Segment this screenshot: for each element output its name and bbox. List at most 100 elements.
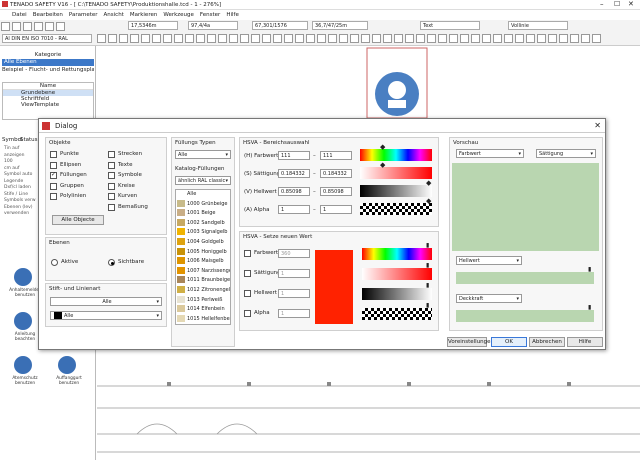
set-value-input[interactable]: 1	[278, 309, 310, 318]
fill-list-item[interactable]: 1002 Sandgelb	[176, 218, 230, 229]
menu-item[interactable]: Ansicht	[104, 12, 124, 18]
hsva-from-input[interactable]: 0.184332	[278, 169, 310, 178]
rect-icon[interactable]	[141, 34, 150, 43]
hsva-range-bar[interactable]	[360, 203, 432, 215]
menu-item[interactable]: Parameter	[69, 12, 98, 18]
set-checkbox[interactable]	[244, 290, 251, 297]
safety-sign-icon[interactable]	[14, 312, 32, 330]
defaults-button[interactable]: Voreinstellungen	[447, 337, 494, 347]
preview-color-area[interactable]	[452, 163, 599, 251]
object-checkbox[interactable]	[50, 193, 57, 200]
stair-icon[interactable]	[405, 34, 414, 43]
set-value-bar[interactable]	[362, 248, 432, 260]
hsva-to-input[interactable]: 1	[320, 205, 352, 214]
hsva-range-bar[interactable]	[360, 167, 432, 179]
exit-icon[interactable]	[361, 34, 370, 43]
value-slider[interactable]	[456, 272, 594, 284]
range-marker-icon[interactable]: ◆	[426, 179, 431, 187]
menu-item[interactable]: Markieren	[130, 12, 157, 18]
set-value-bar[interactable]	[362, 268, 432, 280]
opacity-slider[interactable]	[456, 310, 594, 322]
check-icon[interactable]	[581, 34, 590, 43]
fill-list-item[interactable]: 1004 Goldgelb	[176, 237, 230, 248]
object-checkbox[interactable]	[108, 161, 115, 169]
fill-list-item[interactable]: 1015 Hellelfenbein	[176, 314, 230, 324]
active-radio[interactable]	[51, 259, 58, 266]
catalog-select[interactable]: ähnlich RAL classic	[175, 176, 231, 185]
set-slider-marker[interactable]: ▮	[426, 302, 429, 309]
coord-field-1[interactable]: 17,5346m	[128, 21, 178, 30]
text-combo[interactable]: Text	[420, 21, 480, 30]
layer-combo[interactable]: Al DIN EN ISO 7010 - RAL	[2, 34, 92, 43]
point-icon[interactable]	[449, 34, 458, 43]
range-marker-icon[interactable]: ◆	[380, 161, 385, 169]
fill-list-item[interactable]: 1001 Beige	[176, 209, 230, 219]
safety-sign-icon[interactable]	[14, 268, 32, 286]
group-icon[interactable]	[306, 34, 315, 43]
coord-field-2[interactable]: 97,4/4a	[188, 21, 238, 30]
fill-list-item[interactable]: 1014 Elfenbein	[176, 305, 230, 315]
category-all[interactable]: Alle Ebenen	[2, 59, 94, 66]
circle-icon[interactable]	[152, 34, 161, 43]
line-type-select[interactable]: Alle	[50, 297, 162, 306]
object-checkbox[interactable]	[50, 171, 57, 179]
house-icon[interactable]	[460, 34, 469, 43]
preview-opacity-select[interactable]: Deckkraft	[456, 294, 522, 303]
set-checkbox[interactable]	[244, 270, 251, 277]
save-icon[interactable]	[23, 22, 32, 31]
safety-sign-icon[interactable]	[58, 356, 76, 374]
select-icon[interactable]	[97, 34, 106, 43]
measure-icon[interactable]	[207, 34, 216, 43]
fill-list-item[interactable]: 1003 Signalgelb	[176, 228, 230, 238]
new-icon[interactable]	[1, 22, 10, 31]
fill-list-item[interactable]: Alle	[176, 190, 230, 200]
symbol-icon[interactable]	[185, 34, 194, 43]
menu-item[interactable]: Datei	[12, 12, 27, 18]
menu-item[interactable]: Werkzeuge	[163, 12, 194, 18]
rotate-icon[interactable]	[273, 34, 282, 43]
door-icon[interactable]	[394, 34, 403, 43]
fill-list-item[interactable]: 1007 Narzissengelb	[176, 266, 230, 277]
object-checkbox[interactable]	[108, 182, 115, 190]
object-checkbox[interactable]	[50, 161, 57, 169]
help-icon[interactable]	[526, 34, 535, 43]
set-value-input[interactable]: 1	[278, 289, 310, 298]
import-icon[interactable]	[482, 34, 491, 43]
paste-icon[interactable]	[251, 34, 260, 43]
value-slider-marker[interactable]: ▮	[588, 266, 591, 273]
opacity-slider-marker[interactable]: ▮	[588, 304, 591, 311]
set-checkbox[interactable]	[244, 250, 251, 257]
pen-color-select[interactable]: Alle	[50, 311, 162, 320]
help-button[interactable]: Hilfe	[567, 337, 603, 347]
object-checkbox[interactable]	[50, 182, 57, 190]
menu-item[interactable]: Hilfe	[226, 12, 239, 18]
minimize-icon[interactable]: –	[600, 0, 604, 8]
object-checkbox[interactable]	[50, 151, 57, 158]
delete-icon[interactable]	[262, 34, 271, 43]
hsva-to-input[interactable]: 111	[320, 151, 352, 160]
wall-icon[interactable]	[427, 34, 436, 43]
undo-icon[interactable]	[45, 22, 54, 31]
copy-icon[interactable]	[240, 34, 249, 43]
warning-icon[interactable]	[350, 34, 359, 43]
fill-icon[interactable]	[174, 34, 183, 43]
set-value-bar[interactable]	[362, 308, 432, 320]
line-combo[interactable]: Vollinie	[508, 21, 568, 30]
plan-icon[interactable]	[548, 34, 557, 43]
hsva-from-input[interactable]: 111	[278, 151, 310, 160]
fill-list-item[interactable]: 1013 Perlweiß	[176, 295, 230, 306]
hsva-range-bar[interactable]	[360, 185, 432, 197]
object-checkbox[interactable]	[108, 203, 115, 211]
print-preview-icon[interactable]	[537, 34, 546, 43]
hsva-to-input[interactable]: 0.85098	[320, 187, 352, 196]
menu-item[interactable]: Fenster	[200, 12, 220, 18]
settings-icon[interactable]	[493, 34, 502, 43]
set-value-input[interactable]: 360	[278, 249, 310, 258]
export-icon[interactable]	[471, 34, 480, 43]
fill-list-item[interactable]: 1005 Honiggelb	[176, 247, 230, 258]
coord-field-3[interactable]: 67,301/1576	[252, 21, 308, 30]
ok-button[interactable]: OK	[491, 337, 527, 347]
all-objects-button[interactable]: Alle Objecte	[52, 215, 104, 225]
category-example[interactable]: Beispiel - Flucht- und Rettungsplan - G	[2, 67, 94, 73]
range-marker-icon[interactable]: ◆	[380, 143, 385, 151]
